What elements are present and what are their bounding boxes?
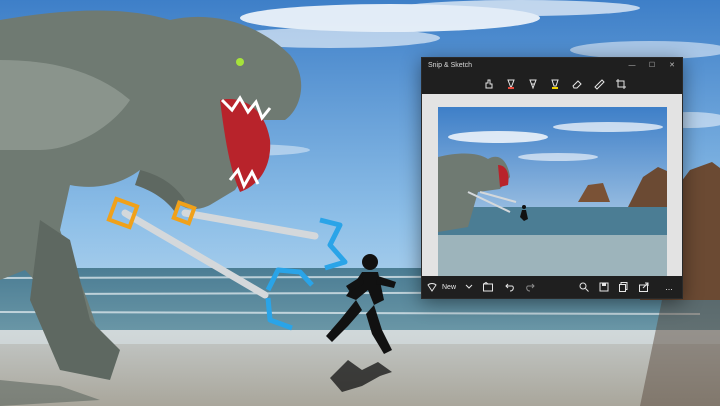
save-icon	[599, 282, 609, 292]
snip-and-sketch-window: Snip & Sketch — ☐ ✕ New ...	[421, 57, 683, 299]
redo-button[interactable]	[524, 280, 536, 294]
pencil-icon	[529, 79, 537, 90]
share-icon	[639, 282, 649, 292]
ruler-button[interactable]	[592, 77, 606, 91]
eraser-icon	[572, 80, 582, 89]
crop-button[interactable]	[614, 77, 628, 91]
highlighter-icon	[551, 79, 559, 89]
new-label: New	[442, 283, 457, 291]
title-bar: Snip & Sketch — ☐ ✕	[422, 58, 682, 74]
new-snip-button[interactable]: New	[426, 280, 456, 294]
save-button[interactable]	[598, 280, 610, 294]
ballpoint-pen-icon	[507, 79, 515, 90]
command-bar: New ...	[422, 276, 682, 298]
minimize-button[interactable]: —	[622, 58, 642, 74]
close-button[interactable]: ✕	[662, 58, 682, 74]
pencil-button[interactable]	[526, 77, 540, 91]
maximize-button[interactable]: ☐	[642, 58, 662, 74]
crop-icon	[616, 79, 626, 89]
more-options-button[interactable]: ...	[662, 280, 676, 294]
touch-writing-button[interactable]	[482, 77, 496, 91]
new-snip-dropdown[interactable]	[464, 280, 474, 294]
window-title: Snip & Sketch	[428, 62, 472, 69]
ballpoint-pen-button[interactable]	[504, 77, 518, 91]
zoom-button[interactable]	[578, 280, 590, 294]
redo-icon	[526, 283, 535, 292]
screenshot-canvas[interactable]	[438, 107, 667, 277]
ruler-icon	[594, 79, 605, 90]
touch-writing-icon	[485, 79, 493, 89]
drawing-toolbar	[422, 74, 682, 94]
share-button[interactable]	[638, 280, 650, 294]
eraser-button[interactable]	[570, 77, 584, 91]
copy-icon	[619, 282, 628, 292]
copy-button[interactable]	[618, 280, 630, 294]
undo-icon	[505, 283, 514, 292]
highlighter-button[interactable]	[548, 77, 562, 91]
zoom-icon	[579, 282, 589, 292]
folder-icon	[483, 281, 493, 292]
undo-button[interactable]	[504, 280, 516, 294]
chevron-down-icon	[465, 284, 473, 289]
open-file-button[interactable]	[482, 280, 494, 294]
snip-icon	[427, 283, 437, 292]
